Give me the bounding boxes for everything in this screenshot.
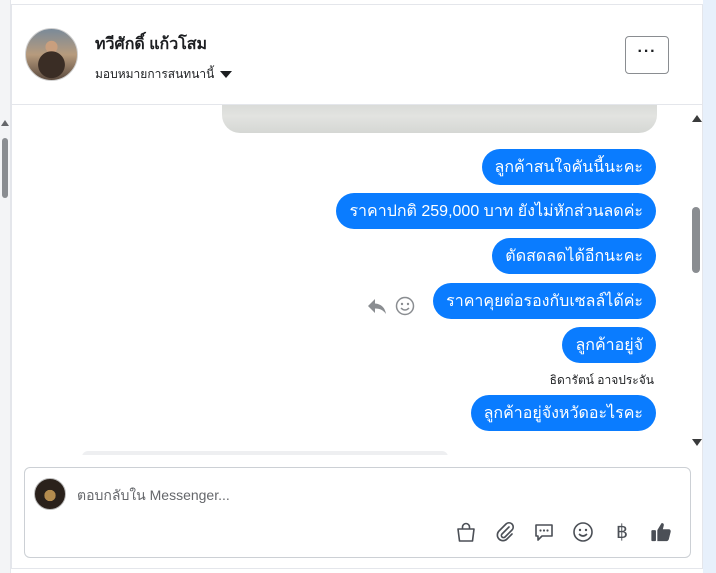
more-options-button[interactable]: ···: [625, 36, 669, 74]
composer-toolbar: ฿: [455, 520, 672, 544]
assign-conversation-label: มอบหมายการสนทนานี้: [95, 67, 215, 81]
chat-icon[interactable]: [533, 520, 555, 544]
like-icon[interactable]: [650, 520, 672, 544]
reply-composer: ฿: [24, 467, 691, 558]
message-bubble[interactable]: ราคาคุยต่อรองกับเซลล์ได้ค่ะ: [433, 283, 656, 319]
baht-icon[interactable]: ฿: [611, 520, 633, 544]
message-bubble[interactable]: ตัดสดลดได้อีกนะคะ: [492, 238, 656, 274]
contact-name[interactable]: ทวีศักดิ์ แก้วโสม: [95, 32, 207, 57]
messenger-page: ทวีศักดิ์ แก้วโสม มอบหมายการสนทนานี้ ···…: [0, 0, 716, 573]
emoji-react-icon[interactable]: [395, 296, 415, 316]
image-attachment[interactable]: [222, 105, 657, 133]
page-avatar: [34, 478, 66, 510]
message-scrollbar[interactable]: [690, 115, 702, 455]
left-scroll-thumb[interactable]: [2, 138, 8, 198]
scroll-down-arrow[interactable]: [692, 439, 702, 446]
incoming-message-peek: [82, 451, 448, 455]
message-bubble[interactable]: ราคาปกติ 259,000 บาท ยังไม่หักส่วนลดค่ะ: [336, 193, 656, 229]
scroll-thumb[interactable]: [692, 207, 700, 273]
shopping-bag-icon[interactable]: [455, 520, 477, 544]
caret-down-icon: [220, 71, 233, 78]
right-edge-strip: [703, 0, 716, 573]
message-bubble[interactable]: ลูกค้าอยู่จั: [562, 327, 656, 363]
left-scroll-up-arrow[interactable]: [1, 120, 9, 126]
conversation-panel: ทวีศักดิ์ แก้วโสม มอบหมายการสนทนานี้ ···…: [11, 4, 703, 569]
message-bubble[interactable]: ลูกค้าสนใจคันนี้นะคะ: [481, 149, 656, 185]
reply-input[interactable]: [77, 484, 657, 506]
message-bubble[interactable]: ลูกค้าอยู่จังหวัดอะไรคะ: [470, 395, 656, 431]
scroll-up-arrow[interactable]: [692, 115, 702, 122]
emoji-icon[interactable]: [572, 520, 594, 544]
attachment-icon[interactable]: [494, 520, 516, 544]
sender-label: ธิดารัตน์ อาจประจัน: [549, 373, 654, 387]
contact-avatar[interactable]: [25, 28, 78, 81]
conversation-header: ทวีศักดิ์ แก้วโสม มอบหมายการสนทนานี้ ···: [12, 5, 702, 105]
more-icon: ···: [637, 43, 657, 60]
reply-icon[interactable]: [367, 297, 387, 315]
message-actions: [367, 296, 415, 316]
message-list: ลูกค้าสนใจคันนี้นะคะ ราคาปกติ 259,000 บา…: [12, 105, 702, 455]
left-scrollbar[interactable]: [0, 0, 11, 573]
assign-conversation-dropdown[interactable]: มอบหมายการสนทนานี้: [95, 65, 233, 84]
